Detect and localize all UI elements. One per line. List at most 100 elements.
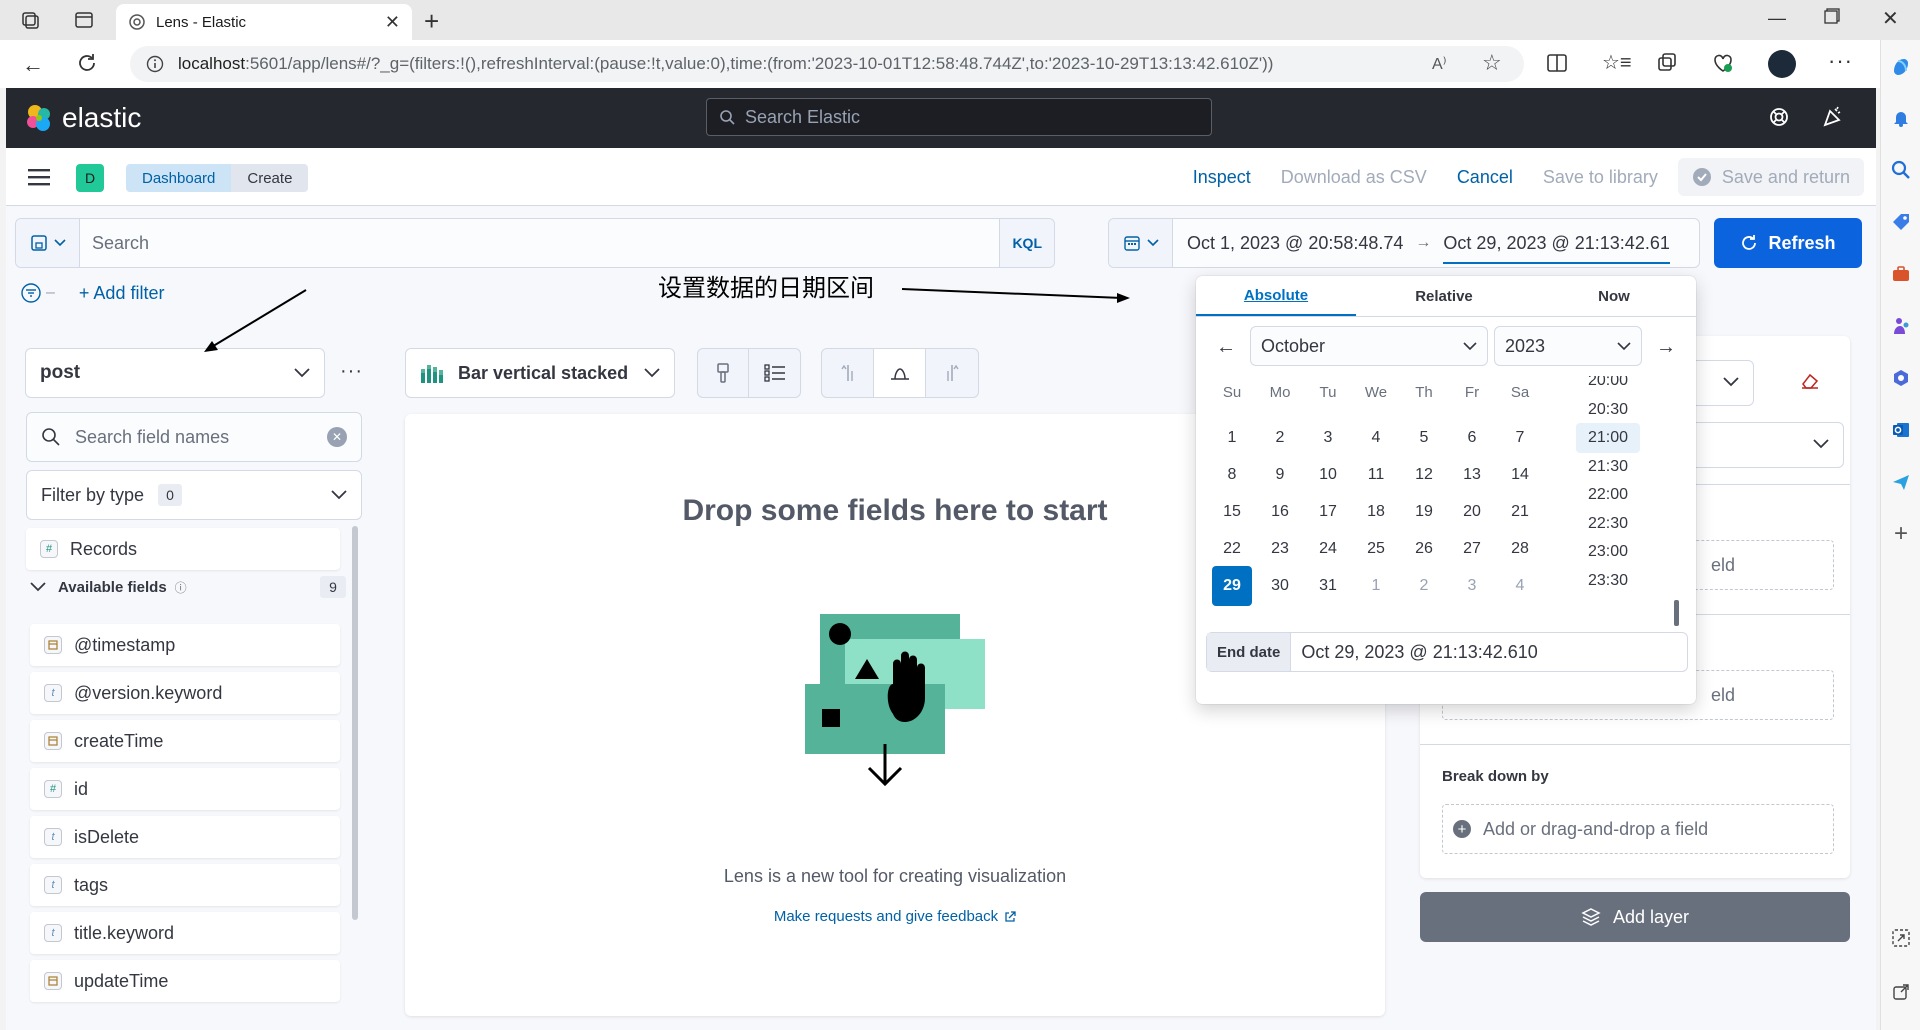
calendar-day[interactable]: 10	[1308, 455, 1348, 495]
field-item[interactable]: t title.keyword	[30, 912, 340, 954]
end-date[interactable]: Oct 29, 2023 @ 21:13:42.61	[1443, 233, 1670, 264]
calendar-day[interactable]: 22	[1212, 529, 1252, 569]
chart-type-switcher[interactable]: Bar vertical stacked	[405, 348, 675, 398]
browser-essentials-icon[interactable]	[1712, 52, 1734, 74]
workspaces-icon[interactable]	[20, 10, 40, 30]
next-month-icon[interactable]: →	[1656, 336, 1676, 359]
back-icon[interactable]: ←	[22, 52, 44, 78]
index-pattern-select[interactable]: post	[25, 348, 325, 398]
time-option[interactable]: 22:30	[1576, 509, 1640, 539]
left-axis-icon[interactable]	[822, 349, 874, 397]
start-date[interactable]: Oct 1, 2023 @ 20:58:48.74	[1187, 233, 1403, 254]
calendar-day[interactable]: 2	[1404, 566, 1444, 606]
screenshot-icon[interactable]	[1881, 912, 1920, 964]
records-field[interactable]: # Records	[26, 528, 340, 570]
save-and-return-button[interactable]: Save and return	[1677, 158, 1864, 196]
calendar-day[interactable]: 20	[1452, 492, 1492, 532]
search-sidebar-icon[interactable]	[1881, 144, 1920, 196]
elastic-logo[interactable]: elastic	[24, 102, 141, 134]
site-info-icon[interactable]	[146, 55, 164, 73]
close-tab-icon[interactable]: ✕	[385, 12, 400, 33]
send-icon[interactable]	[1881, 456, 1920, 508]
calendar-day[interactable]: 24	[1308, 529, 1348, 569]
favorites-icon[interactable]: ☆≡	[1602, 50, 1632, 75]
calendar-day[interactable]: 27	[1452, 529, 1492, 569]
calendar-day[interactable]: 4	[1356, 418, 1396, 458]
notifications-icon[interactable]	[1881, 92, 1920, 144]
calendar-day[interactable]: 16	[1260, 492, 1300, 532]
time-option[interactable]: 22:00	[1576, 480, 1640, 510]
new-tab-icon[interactable]: +	[424, 6, 439, 37]
reload-icon[interactable]	[76, 52, 98, 74]
calendar-day[interactable]: 1	[1212, 418, 1252, 458]
tab-absolute[interactable]: Absolute	[1196, 276, 1356, 316]
clear-search-icon[interactable]: ✕	[327, 427, 347, 447]
games-icon[interactable]	[1881, 300, 1920, 352]
menu-toggle-icon[interactable]	[28, 168, 50, 186]
browser-tab[interactable]: Lens - Elastic ✕	[116, 4, 412, 40]
bottom-axis-icon[interactable]	[874, 349, 926, 397]
outlook-icon[interactable]	[1881, 404, 1920, 456]
calendar-day[interactable]: 7	[1500, 418, 1540, 458]
saved-query-button[interactable]	[16, 219, 80, 267]
calendar-day[interactable]: 1	[1356, 566, 1396, 606]
tab-now[interactable]: Now	[1532, 276, 1696, 316]
field-item[interactable]: updateTime	[30, 960, 340, 1002]
microsoft365-icon[interactable]	[1881, 352, 1920, 404]
space-avatar[interactable]: D	[76, 164, 104, 192]
calendar-day[interactable]: 3	[1308, 418, 1348, 458]
url-field[interactable]: localhost:5601/app/lens#/?_g=(filters:!(…	[130, 46, 1524, 82]
field-item[interactable]: t isDelete	[30, 816, 340, 858]
time-option[interactable]: 20:00	[1576, 376, 1640, 396]
time-scrollbar[interactable]	[1674, 600, 1679, 626]
feedback-link[interactable]: Make requests and give feedback	[405, 908, 1385, 925]
favorite-star-icon[interactable]: ☆	[1482, 50, 1502, 76]
time-option[interactable]: 23:00	[1576, 537, 1640, 567]
month-select[interactable]: October	[1250, 326, 1488, 366]
calendar-day[interactable]: 21	[1500, 492, 1540, 532]
tools-icon[interactable]	[1881, 248, 1920, 300]
news-feed-icon[interactable]	[1822, 106, 1844, 128]
calendar-day[interactable]: 23	[1260, 529, 1300, 569]
read-aloud-icon[interactable]: A⁾	[1432, 54, 1447, 74]
calendar-day[interactable]: 6	[1452, 418, 1492, 458]
field-item[interactable]: # id	[30, 768, 340, 810]
refresh-button[interactable]: Refresh	[1714, 218, 1862, 268]
collections-icon[interactable]	[1656, 52, 1678, 74]
year-select[interactable]: 2023	[1494, 326, 1642, 366]
field-item[interactable]: t tags	[30, 864, 340, 906]
calendar-day[interactable]: 15	[1212, 492, 1252, 532]
calendar-day[interactable]: 28	[1500, 529, 1540, 569]
calendar-day[interactable]: 19	[1404, 492, 1444, 532]
breadcrumb-dashboard[interactable]: Dashboard	[126, 164, 232, 192]
info-icon[interactable]: ⓘ	[175, 579, 187, 596]
legend-icon[interactable]	[749, 349, 800, 397]
field-search-input[interactable]: Search field names ✕	[26, 412, 362, 462]
calendar-day[interactable]: 3	[1452, 566, 1492, 606]
quick-select-button[interactable]	[1109, 219, 1173, 267]
filter-by-type-button[interactable]: Filter by type 0	[26, 470, 362, 520]
tab-actions-icon[interactable]	[74, 10, 94, 30]
time-option[interactable]: 21:00	[1576, 423, 1640, 453]
add-filter-link[interactable]: + Add filter	[79, 283, 165, 304]
calendar-day[interactable]: 17	[1308, 492, 1348, 532]
calendar-day[interactable]: 26	[1404, 529, 1444, 569]
field-item[interactable]: createTime	[30, 720, 340, 762]
prev-month-icon[interactable]: ←	[1216, 336, 1236, 359]
field-item[interactable]: t @version.keyword	[30, 672, 340, 714]
maximize-icon[interactable]	[1824, 8, 1840, 24]
settings-gear-icon[interactable]	[1881, 1014, 1920, 1030]
calendar-day[interactable]: 25	[1356, 529, 1396, 569]
time-list[interactable]: 20:00 20:30 21:00 21:30 22:00 22:30 23:00 23:30	[1552, 376, 1696, 626]
more-icon[interactable]: ···	[340, 360, 363, 383]
add-sidebar-app-icon[interactable]: +	[1881, 508, 1920, 560]
calendar-day[interactable]: 8	[1212, 455, 1252, 495]
calendar-day[interactable]: 12	[1404, 455, 1444, 495]
open-external-icon[interactable]	[1881, 966, 1920, 1018]
shopping-icon[interactable]	[1881, 196, 1920, 248]
calendar-day[interactable]: 14	[1500, 455, 1540, 495]
query-input[interactable]: Search	[92, 233, 149, 254]
download-csv-link[interactable]: Download as CSV	[1281, 167, 1427, 188]
calendar-day[interactable]: 18	[1356, 492, 1396, 532]
global-search-input[interactable]: Search Elastic	[706, 98, 1212, 136]
